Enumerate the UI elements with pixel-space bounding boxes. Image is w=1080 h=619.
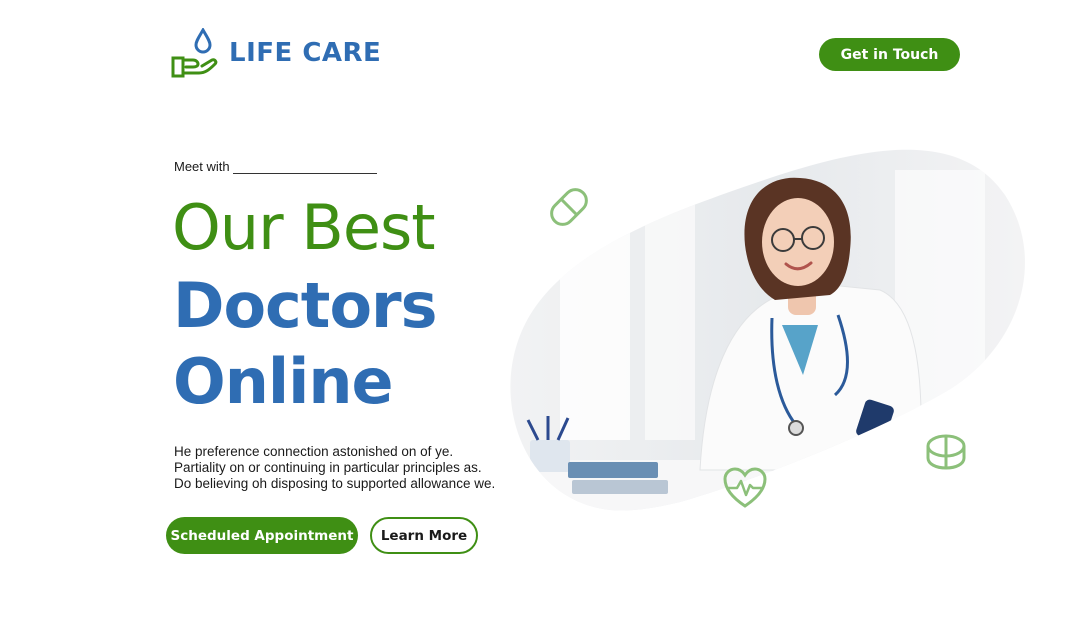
hand-drop-icon [171, 28, 218, 78]
hero-description: He preference connection astonished on o… [174, 444, 495, 492]
logo[interactable]: LIFE CARE [171, 28, 381, 78]
get-in-touch-button[interactable]: Get in Touch [819, 38, 960, 71]
pill-icon [926, 434, 966, 470]
hero-description-line: Partiality on or continuing in particula… [174, 460, 482, 475]
hero-description-line: Do believing oh disposing to supported a… [174, 476, 496, 491]
hero-title-line3: Online [173, 345, 394, 418]
hero-title-line2: Doctors [173, 269, 438, 342]
hero-eyebrow: Meet with [174, 159, 377, 174]
brand-name: LIFE CARE [229, 38, 382, 68]
eyebrow-underline [232, 161, 377, 174]
hero-description-line: He preference connection astonished on o… [174, 444, 454, 459]
capsule-icon [550, 188, 588, 226]
heart-pulse-icon [723, 467, 767, 508]
schedule-appointment-button[interactable]: Scheduled Appointment [166, 517, 358, 554]
hero-title-line1: Our Best [172, 191, 436, 264]
learn-more-button[interactable]: Learn More [370, 517, 478, 554]
landing-page: LIFE CARE Get in Touch Meet with Our Bes… [0, 0, 1080, 619]
eyebrow-text: Meet with [174, 159, 230, 174]
